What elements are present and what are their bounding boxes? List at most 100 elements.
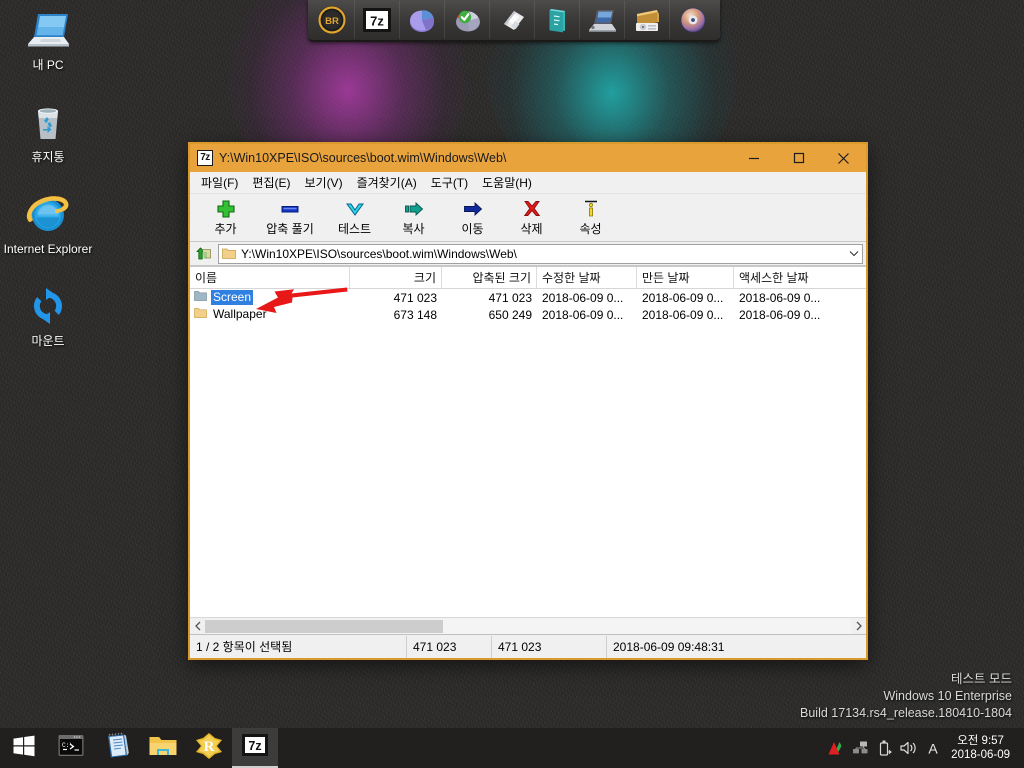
up-folder-icon[interactable] [193, 244, 215, 264]
network-icon[interactable] [849, 728, 873, 768]
desktop-icon-mount[interactable]: 마운트 [0, 282, 96, 348]
status-size: 471 023 [407, 635, 492, 658]
menu-item-view[interactable]: 보기(V) [297, 173, 349, 193]
extract-bar-icon [279, 196, 301, 222]
toolbar-button-test[interactable]: 테스트 [325, 196, 384, 242]
seven-zip-window[interactable]: 7z Y:\Win10XPE\ISO\sources\boot.wim\Wind… [188, 142, 868, 660]
toolbar-button-properties[interactable]: 속성 [561, 196, 620, 242]
ime-a-icon[interactable]: A [921, 728, 945, 768]
menu-item-file[interactable]: 파일(F) [194, 173, 245, 193]
taskbar-button-file-explorer[interactable] [140, 728, 186, 768]
table-row[interactable]: Screen 471 023 471 023 2018-06-09 0... 2… [190, 289, 866, 306]
table-row[interactable]: Wallpaper 673 148 650 249 2018-06-09 0..… [190, 306, 866, 323]
column-header-row[interactable]: 이름 크기 압축된 크기 수정한 날짜 만든 날짜 액세스한 날짜 [190, 267, 866, 289]
dock-item-cd-burner[interactable] [670, 1, 715, 39]
speaker-icon[interactable] [897, 728, 921, 768]
toolbar-button-delete[interactable]: 삭제 [502, 196, 561, 242]
scrollbar-thumb[interactable] [205, 619, 443, 633]
taskbar-button-command-prompt[interactable]: C:\ [48, 728, 94, 768]
status-timestamp: 2018-06-09 09:48:31 [613, 639, 725, 654]
green-check-pie-icon [451, 4, 483, 36]
toolbar-button-label: 이동 [461, 222, 484, 236]
system-tray[interactable]: A 오전 9:57 2018-06-09 [825, 728, 1024, 768]
dock-item-notes-tool[interactable] [535, 1, 580, 39]
start-button[interactable] [0, 728, 48, 768]
top-dock[interactable]: BR 7z [308, 0, 720, 42]
column-header-accessed[interactable]: 액세스한 날짜 [734, 267, 844, 288]
dock-item-br-tool[interactable]: BR [310, 1, 355, 39]
column-header-packed[interactable]: 압축된 크기 [442, 267, 537, 288]
dock-item-network-computer[interactable] [580, 1, 625, 39]
taskbar-button-notepad[interactable] [94, 728, 140, 768]
archive-file-list[interactable]: 이름 크기 압축된 크기 수정한 날짜 만든 날짜 액세스한 날짜 Screen… [190, 266, 866, 634]
column-header-modified[interactable]: 수정한 날짜 [537, 267, 637, 288]
close-button[interactable] [821, 144, 866, 172]
menu-item-favorites[interactable]: 즐겨찾기(A) [350, 173, 424, 193]
scrollbar-track[interactable] [205, 618, 851, 634]
address-combo[interactable]: Y:\Win10XPE\ISO\sources\boot.wim\Windows… [218, 243, 863, 264]
column-header-created[interactable]: 만든 날짜 [637, 267, 734, 288]
clock-date: 2018-06-09 [951, 749, 1010, 761]
desktop-icon-my-pc[interactable]: 내 PC [0, 6, 96, 72]
taskbar-button-registry-workshop[interactable]: R [186, 728, 232, 768]
dock-item-backup-tool[interactable] [625, 1, 670, 39]
ahnlab-triangle-icon[interactable] [825, 728, 849, 768]
windows-test-mode-watermark: 테스트 모드 Windows 10 Enterprise Build 17134… [800, 671, 1012, 722]
desktop-icon-internet-explorer[interactable]: Internet Explorer [0, 190, 96, 256]
window-statusbar: 1 / 2 항목이 선택됨 471 023 471 023 2018-06-09… [190, 634, 866, 658]
chevron-down-icon[interactable] [845, 245, 862, 263]
usb-eject-icon[interactable] [873, 728, 897, 768]
taskbar[interactable]: C:\ R 7z A 오전 9:57 2018-06-09 [0, 728, 1024, 768]
toolbar-button-extract[interactable]: 압축 풀기 [255, 196, 325, 242]
dock-item-disk-checker[interactable] [445, 1, 490, 39]
taskbar-clock[interactable]: 오전 9:57 2018-06-09 [945, 734, 1018, 762]
desktop-icon-recycle-bin[interactable]: 휴지통 [0, 98, 96, 164]
window-menubar[interactable]: 파일(F) 편집(E) 보기(V) 즐겨찾기(A) 도구(T) 도움말(H) [190, 172, 866, 194]
address-input[interactable]: Y:\Win10XPE\ISO\sources\boot.wim\Windows… [241, 247, 845, 261]
file-created-cell: 2018-06-09 0... [642, 290, 724, 305]
info-properties-icon [580, 196, 602, 222]
desktop[interactable]: 내 PC 휴지통 Internet Explorer 마운트 BR 7z 7z … [0, 0, 1024, 768]
taskbar-button-seven-zip[interactable]: 7z [232, 728, 278, 768]
desktop-icon-list: 내 PC 휴지통 Internet Explorer 마운트 [0, 0, 96, 348]
dock-item-seven-zip[interactable]: 7z [355, 1, 400, 39]
file-name-cell[interactable]: Screen [190, 290, 350, 305]
taskbar-buttons[interactable]: C:\ R 7z [48, 728, 278, 768]
menu-item-help[interactable]: 도움말(H) [475, 173, 539, 193]
move-arrow-icon [462, 196, 484, 222]
svg-text:7z: 7z [370, 14, 384, 29]
purple-pie-disk-icon [406, 4, 438, 36]
toolbar-button-move[interactable]: 이동 [443, 196, 502, 242]
desktop-icon-label: 내 PC [32, 58, 64, 72]
file-name-cell[interactable]: Wallpaper [190, 307, 350, 322]
scroll-left-icon[interactable] [190, 619, 205, 634]
scroll-right-icon[interactable] [851, 619, 866, 634]
toolbar-button-add[interactable]: 추가 [196, 196, 255, 242]
7z-icon: 7z [362, 5, 392, 35]
dock-item-save-image-tool[interactable] [490, 1, 535, 39]
toolbar-button-copy[interactable]: 복사 [384, 196, 443, 242]
mount-refresh-icon [24, 282, 72, 330]
folder-icon [222, 247, 236, 260]
window-toolbar[interactable]: 추가 압축 풀기 테스트 복사 이동 삭제 속성 [190, 194, 866, 242]
maximize-button[interactable] [776, 144, 821, 172]
watermark-line-1: 테스트 모드 [951, 672, 1012, 686]
column-header-name[interactable]: 이름 [190, 267, 350, 288]
horizontal-scrollbar[interactable] [190, 617, 866, 634]
column-header-size[interactable]: 크기 [350, 267, 442, 288]
menu-item-tools[interactable]: 도구(T) [424, 173, 475, 193]
recycle-bin-icon [24, 98, 72, 146]
folder-explorer-icon [148, 733, 178, 764]
plus-add-icon [215, 196, 237, 222]
window-titlebar[interactable]: 7z Y:\Win10XPE\ISO\sources\boot.wim\Wind… [190, 144, 866, 172]
folder-icon-selected [194, 290, 207, 305]
file-rows[interactable]: Screen 471 023 471 023 2018-06-09 0... 2… [190, 289, 866, 617]
minimize-button[interactable] [731, 144, 776, 172]
red-x-delete-icon [521, 196, 543, 222]
dock-item-partition-manager[interactable] [400, 1, 445, 39]
menu-item-edit[interactable]: 편집(E) [245, 173, 297, 193]
window-addressbar[interactable]: Y:\Win10XPE\ISO\sources\boot.wim\Windows… [190, 242, 866, 266]
window-title: Y:\Win10XPE\ISO\sources\boot.wim\Windows… [219, 151, 507, 165]
cmd-console-icon: C:\ [57, 733, 85, 764]
teal-book-icon [541, 4, 573, 36]
